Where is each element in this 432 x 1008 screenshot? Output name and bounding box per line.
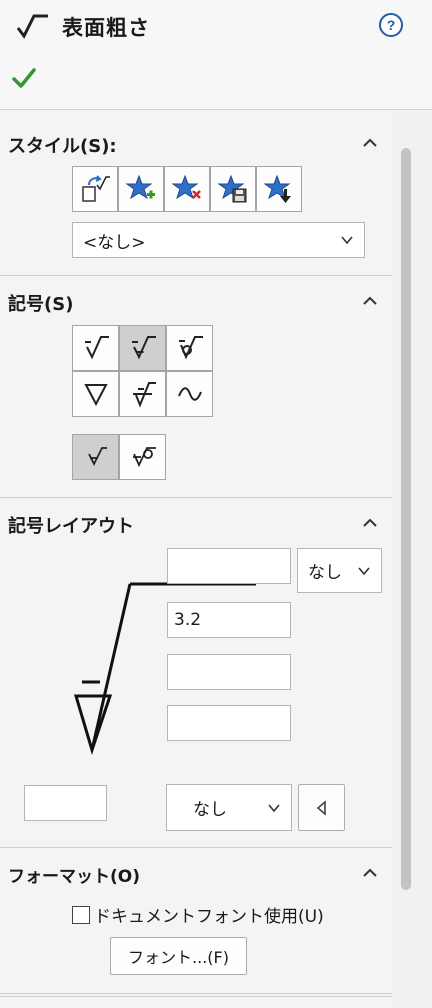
- svg-text:?: ?: [387, 17, 396, 33]
- checkmark-icon[interactable]: [10, 64, 38, 92]
- tilde-icon: [177, 387, 202, 401]
- symbol-local-button[interactable]: [72, 434, 119, 480]
- surface-finish-panel: 表面粗さ ? スタイル(S): <なし> 記号(S) 記号レイアウト なし 3.…: [0, 0, 432, 1008]
- all-around-icon: [132, 447, 156, 468]
- symbol-jis-no-machining-button[interactable]: [166, 371, 213, 417]
- basic-surface-icon: [84, 336, 109, 360]
- style-section: スタイル(S): <なし>: [0, 112, 392, 276]
- lay-direction-select[interactable]: なし: [166, 784, 292, 831]
- collapse-caret-icon[interactable]: [358, 862, 382, 882]
- top-right-select[interactable]: なし: [297, 548, 382, 593]
- apply-default-style-icon: [82, 175, 110, 202]
- save-style-icon: [217, 174, 247, 203]
- top-right-select-value: なし: [308, 563, 342, 583]
- symbol-layout-section-title: 記号レイアウト: [8, 516, 134, 537]
- collapse-caret-icon[interactable]: [358, 132, 382, 152]
- surface-finish-icon: [16, 14, 48, 39]
- scrollbar-thumb[interactable]: [401, 148, 411, 890]
- load-style-icon: [263, 174, 291, 203]
- symbol-jis-basic-button[interactable]: [72, 371, 119, 417]
- symbol-basic-button[interactable]: [72, 325, 119, 371]
- triangle-left-icon: [316, 799, 326, 816]
- symbol-jis-machining-button[interactable]: [119, 371, 166, 417]
- symbol-machining-prohibited-button[interactable]: [166, 325, 213, 371]
- machining-prohibited-icon: [178, 336, 203, 360]
- roughness-value: 3.2: [174, 610, 202, 630]
- style-dropdown[interactable]: <なし>: [72, 222, 365, 258]
- sampling-length-field[interactable]: [167, 705, 291, 741]
- symbol-all-around-button[interactable]: [119, 434, 166, 480]
- panel-title: 表面粗さ: [62, 16, 150, 40]
- load-style-button[interactable]: [256, 166, 302, 212]
- symbol-section-title: 記号(S): [8, 294, 74, 315]
- apply-default-style-button[interactable]: [72, 166, 118, 212]
- use-document-font-label: ドキュメントフォント使用(U): [94, 907, 324, 927]
- collapse-caret-icon[interactable]: [358, 290, 382, 310]
- chevron-down-icon: [341, 236, 353, 245]
- checkbox-box[interactable]: [72, 905, 90, 924]
- use-document-font-checkbox[interactable]: ドキュメントフォント使用(U): [72, 902, 324, 927]
- style-dropdown-value: <なし>: [83, 232, 146, 253]
- jis-machining-icon: [132, 382, 156, 408]
- save-style-button[interactable]: [210, 166, 256, 212]
- delete-style-button[interactable]: [164, 166, 210, 212]
- cutoff-field[interactable]: [167, 654, 291, 690]
- machining-allowance-field[interactable]: [24, 785, 107, 821]
- lay-direction-value: なし: [193, 800, 227, 820]
- add-style-icon: [125, 174, 155, 200]
- add-style-button[interactable]: [118, 166, 164, 212]
- chevron-down-icon: [268, 803, 280, 812]
- format-section-title: フォーマット(O): [8, 867, 140, 887]
- section-divider: [0, 996, 392, 997]
- lay-direction-flip-button[interactable]: [298, 784, 345, 831]
- symbol-machining-required-button[interactable]: [119, 325, 166, 371]
- symbol-layout-section: 記号レイアウト なし 3.2 なし: [0, 498, 392, 848]
- delete-style-icon: [171, 174, 201, 200]
- roughness-value-field[interactable]: 3.2: [167, 602, 291, 638]
- machining-required-icon: [131, 336, 156, 360]
- local-surface-icon: [87, 447, 107, 467]
- collapse-caret-icon[interactable]: [358, 512, 382, 532]
- chevron-down-icon: [358, 566, 370, 575]
- style-section-title: スタイル(S):: [8, 136, 117, 157]
- upper-limit-field[interactable]: [167, 548, 291, 584]
- font-button-label: フォント...(F): [128, 948, 229, 967]
- scrollbar-track[interactable]: [392, 112, 432, 1008]
- font-button[interactable]: フォント...(F): [110, 937, 247, 975]
- property-manager-header: 表面粗さ ?: [0, 0, 432, 110]
- symbol-section: 記号(S): [0, 276, 392, 498]
- jis-triangle-icon: [83, 384, 108, 407]
- help-icon[interactable]: ?: [378, 12, 404, 38]
